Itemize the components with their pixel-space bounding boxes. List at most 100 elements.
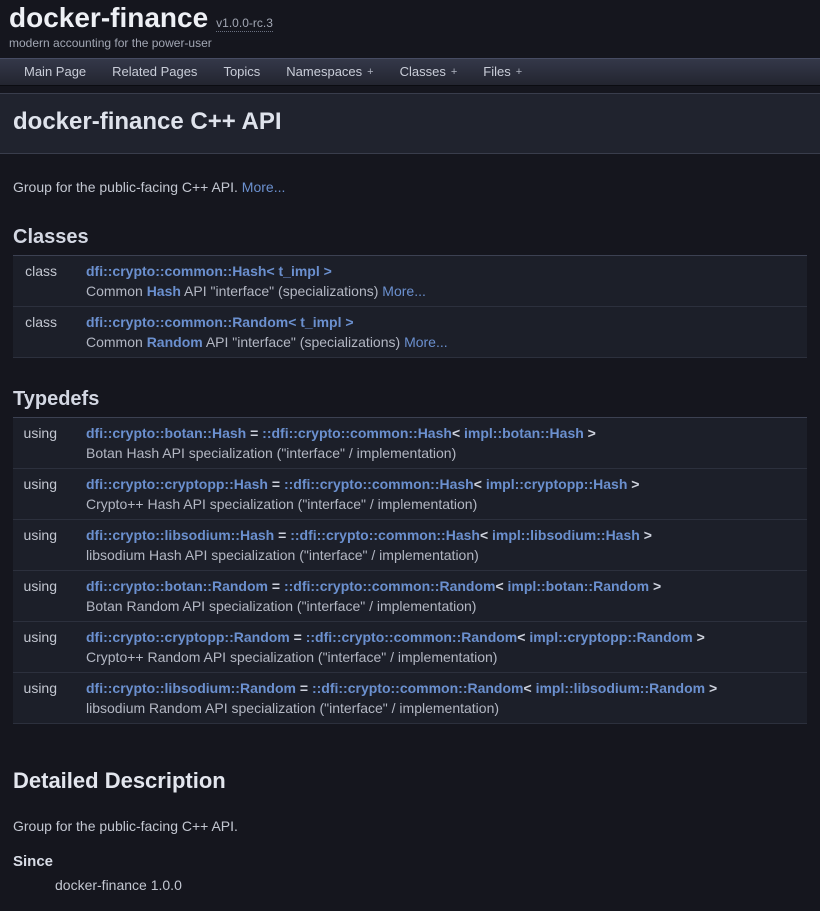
main-navigation: Main Page Related Pages Topics Namespace… bbox=[0, 58, 820, 86]
typedef-name-link[interactable]: dfi::crypto::cryptopp::Hash bbox=[86, 476, 268, 492]
since-value: docker-finance 1.0.0 bbox=[55, 877, 807, 893]
typedef-name-link[interactable]: dfi::crypto::botan::Hash bbox=[86, 425, 246, 441]
classes-section-title: Classes bbox=[13, 226, 807, 256]
project-version: v1.0.0-rc.3 bbox=[216, 16, 273, 32]
brief-text: Common bbox=[86, 334, 143, 350]
class-template-args: < t_impl > bbox=[288, 314, 353, 330]
typedef-description: Botan Hash API specialization ("interfac… bbox=[86, 445, 807, 461]
typedef-impl-link[interactable]: impl::libsodium::Random bbox=[536, 680, 706, 696]
class-brief: Common Hash API "interface" (specializat… bbox=[86, 283, 807, 299]
typedef-keyword: using bbox=[13, 578, 57, 594]
typedef-name-link[interactable]: dfi::crypto::cryptopp::Random bbox=[86, 629, 290, 645]
since-label: Since bbox=[13, 853, 807, 870]
class-name-link[interactable]: dfi::crypto::common::Random bbox=[86, 314, 288, 330]
nav-tab-label: Namespaces bbox=[286, 64, 362, 79]
typedef-prototype: dfi::crypto::botan::Hash = ::dfi::crypto… bbox=[86, 425, 807, 441]
typedef-target-link[interactable]: ::dfi::crypto::common::Random bbox=[306, 629, 518, 645]
class-brief: Common Random API "interface" (specializ… bbox=[86, 334, 807, 350]
typedef-impl-link[interactable]: impl::botan::Random bbox=[508, 578, 650, 594]
class-prototype-row: class dfi::crypto::common::Hash< t_impl … bbox=[13, 256, 807, 281]
typedefs-section-title: Typedefs bbox=[13, 388, 807, 418]
typedef-prototype-row: using dfi::crypto::botan::Hash = ::dfi::… bbox=[13, 418, 807, 443]
typedef-name-link[interactable]: dfi::crypto::libsodium::Hash bbox=[86, 527, 274, 543]
nav-tab-main-page[interactable]: Main Page bbox=[11, 59, 99, 85]
class-entry: class dfi::crypto::common::Random< t_imp… bbox=[13, 307, 807, 358]
class-name-link[interactable]: dfi::crypto::common::Hash bbox=[86, 263, 266, 279]
typedef-entry: using dfi::crypto::libsodium::Random = :… bbox=[13, 673, 807, 724]
typedef-description: Crypto++ Hash API specialization ("inter… bbox=[86, 496, 807, 512]
nav-tab-label: Main Page bbox=[24, 64, 86, 79]
template-close: > bbox=[631, 476, 639, 492]
typedef-name-link[interactable]: dfi::crypto::libsodium::Random bbox=[86, 680, 296, 696]
nav-tab-files[interactable]: Files + bbox=[470, 59, 535, 85]
typedef-prototype-row: using dfi::crypto::cryptopp::Hash = ::df… bbox=[13, 469, 807, 494]
typedef-target-link[interactable]: ::dfi::crypto::common::Hash bbox=[262, 425, 452, 441]
typedef-entry: using dfi::crypto::libsodium::Hash = ::d… bbox=[13, 520, 807, 571]
dropdown-plus-icon[interactable]: + bbox=[451, 66, 457, 78]
nav-tab-namespaces[interactable]: Namespaces + bbox=[273, 59, 386, 85]
more-link[interactable]: More... bbox=[382, 283, 426, 299]
typedef-prototype: dfi::crypto::cryptopp::Random = ::dfi::c… bbox=[86, 629, 807, 645]
nav-tab-topics[interactable]: Topics bbox=[210, 59, 273, 85]
class-ref-link[interactable]: Hash bbox=[147, 283, 181, 299]
typedef-name-link[interactable]: dfi::crypto::botan::Random bbox=[86, 578, 268, 594]
more-link[interactable]: More... bbox=[242, 179, 286, 195]
nav-tab-classes[interactable]: Classes + bbox=[387, 59, 471, 85]
typedef-prototype: dfi::crypto::cryptopp::Hash = ::dfi::cry… bbox=[86, 476, 807, 492]
template-close: > bbox=[653, 578, 661, 594]
class-entry: class dfi::crypto::common::Hash< t_impl … bbox=[13, 256, 807, 307]
spacer bbox=[13, 496, 57, 512]
brief-text: API "interface" (specializations) bbox=[184, 283, 378, 299]
typedef-keyword: using bbox=[13, 425, 57, 441]
template-open: < bbox=[517, 629, 525, 645]
typedef-description: Botan Random API specialization ("interf… bbox=[86, 598, 807, 614]
classes-member-list: class dfi::crypto::common::Hash< t_impl … bbox=[13, 256, 807, 358]
typedef-impl-link[interactable]: impl::libsodium::Hash bbox=[492, 527, 640, 543]
typedef-target-link[interactable]: ::dfi::crypto::common::Hash bbox=[284, 476, 474, 492]
spacer bbox=[13, 547, 57, 563]
nav-tab-label: Topics bbox=[223, 64, 260, 79]
template-close: > bbox=[588, 425, 596, 441]
typedef-impl-link[interactable]: impl::cryptopp::Random bbox=[529, 629, 692, 645]
typedef-prototype: dfi::crypto::libsodium::Random = ::dfi::… bbox=[86, 680, 807, 696]
template-open: < bbox=[474, 476, 482, 492]
typedef-keyword: using bbox=[13, 680, 57, 696]
spacer bbox=[13, 598, 57, 614]
dropdown-plus-icon[interactable]: + bbox=[516, 66, 522, 78]
typedef-keyword: using bbox=[13, 476, 57, 492]
nav-tab-related-pages[interactable]: Related Pages bbox=[99, 59, 210, 85]
group-intro: Group for the public-facing C++ API. Mor… bbox=[13, 179, 807, 196]
template-open: < bbox=[480, 527, 488, 543]
typedef-entry: using dfi::crypto::cryptopp::Random = ::… bbox=[13, 622, 807, 673]
typedef-keyword: using bbox=[13, 629, 57, 645]
template-open: < bbox=[523, 680, 531, 696]
typedef-target-link[interactable]: ::dfi::crypto::common::Random bbox=[312, 680, 524, 696]
typedef-description: libsodium Random API specialization ("in… bbox=[86, 700, 807, 716]
project-title-row: docker-financev1.0.0-rc.3 bbox=[9, 3, 820, 34]
class-keyword: class bbox=[13, 314, 57, 330]
typedef-prototype: dfi::crypto::libsodium::Hash = ::dfi::cr… bbox=[86, 527, 807, 543]
dropdown-plus-icon[interactable]: + bbox=[367, 66, 373, 78]
typedef-target-link[interactable]: ::dfi::crypto::common::Hash bbox=[290, 527, 480, 543]
nav-tab-label: Files bbox=[483, 64, 510, 79]
typedef-prototype-row: using dfi::crypto::cryptopp::Random = ::… bbox=[13, 622, 807, 647]
detailed-description-title: Detailed Description bbox=[13, 768, 807, 794]
typedef-prototype: dfi::crypto::botan::Random = ::dfi::cryp… bbox=[86, 578, 807, 594]
template-close: > bbox=[709, 680, 717, 696]
spacer bbox=[13, 649, 57, 665]
equals-sign: = bbox=[278, 527, 286, 543]
since-section: Since docker-finance 1.0.0 bbox=[13, 853, 807, 893]
equals-sign: = bbox=[300, 680, 308, 696]
page-header: docker-finance C++ API bbox=[0, 93, 820, 154]
typedef-target-link[interactable]: ::dfi::crypto::common::Random bbox=[284, 578, 496, 594]
class-keyword: class bbox=[13, 263, 57, 279]
class-ref-link[interactable]: Random bbox=[147, 334, 203, 350]
template-open: < bbox=[452, 425, 460, 441]
more-link[interactable]: More... bbox=[404, 334, 448, 350]
typedef-impl-link[interactable]: impl::botan::Hash bbox=[464, 425, 584, 441]
typedef-impl-link[interactable]: impl::cryptopp::Hash bbox=[486, 476, 628, 492]
nav-tab-label: Classes bbox=[400, 64, 446, 79]
spacer bbox=[13, 445, 57, 461]
title-area: docker-financev1.0.0-rc.3 modern account… bbox=[0, 0, 820, 52]
template-open: < bbox=[495, 578, 503, 594]
